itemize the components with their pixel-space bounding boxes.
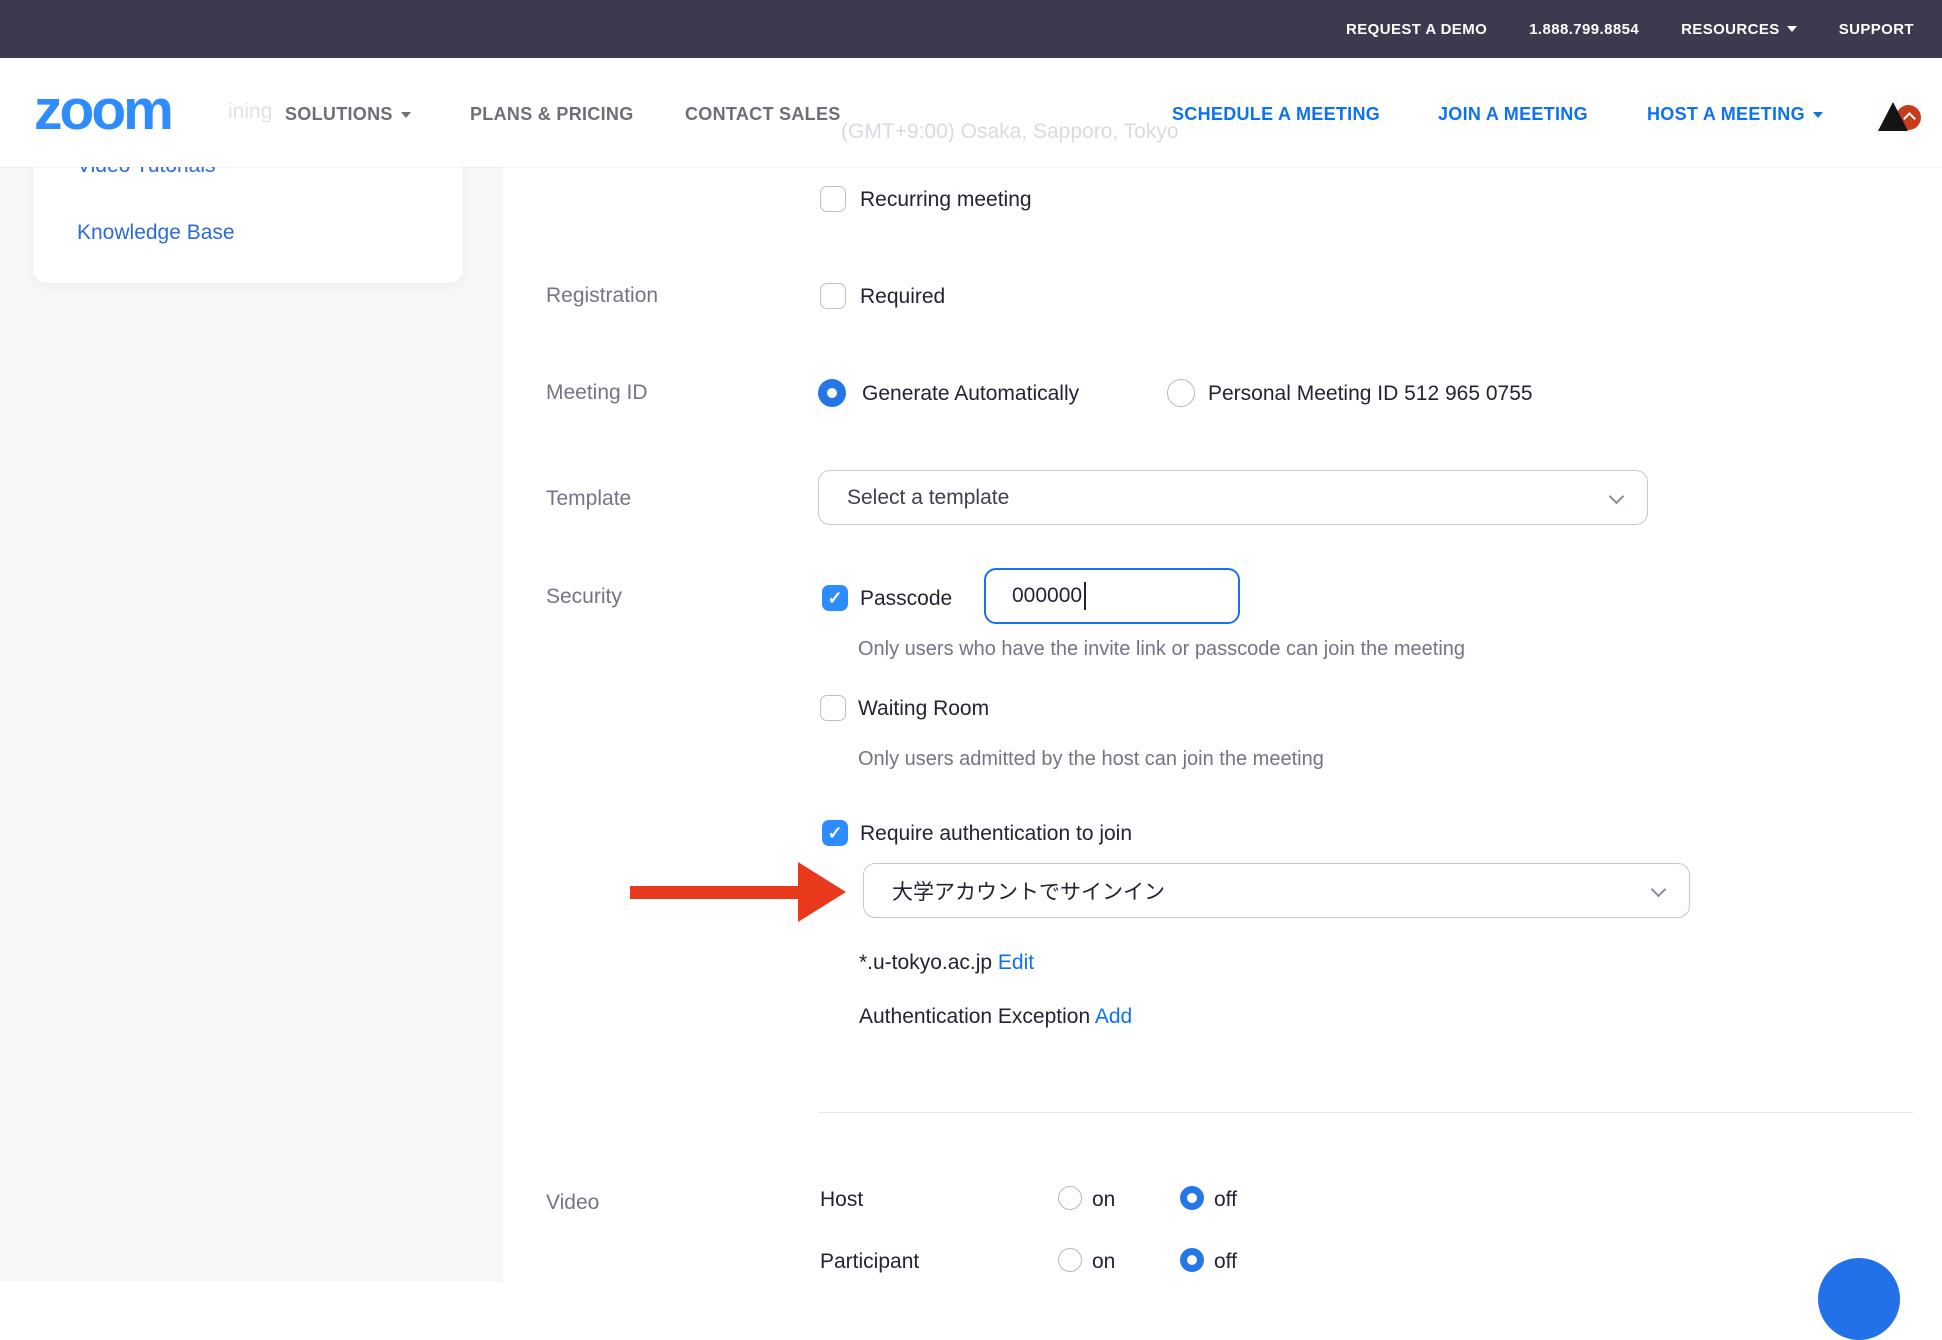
- passcode-value: 000000: [1012, 584, 1082, 608]
- template-select[interactable]: Select a template: [818, 470, 1648, 525]
- video-participant-label: Participant: [820, 1250, 919, 1274]
- host-video-off-radio[interactable]: [1180, 1186, 1204, 1210]
- resources-label: RESOURCES: [1681, 21, 1780, 38]
- phone-number[interactable]: 1.888.799.8854: [1529, 21, 1639, 38]
- red-arrow-annotation: [630, 862, 846, 922]
- auth-domain-edit-link[interactable]: Edit: [998, 951, 1034, 974]
- chevron-down-icon: [1651, 882, 1667, 898]
- zoom-logo[interactable]: zoom: [34, 82, 171, 139]
- template-label: Template: [546, 487, 631, 511]
- auth-domain-row: *.u-tokyo.ac.jp Edit: [859, 951, 1034, 975]
- top-utility-bar: REQUEST A DEMO 1.888.799.8854 RESOURCES …: [0, 0, 1942, 58]
- host-video-on-label: on: [1092, 1188, 1115, 1212]
- text-cursor: [1084, 582, 1086, 610]
- host-video-on-radio[interactable]: [1058, 1186, 1082, 1210]
- video-host-label: Host: [820, 1188, 863, 1212]
- require-auth-checkbox[interactable]: [822, 820, 848, 846]
- nav-plans-pricing[interactable]: PLANS & PRICING: [470, 104, 634, 125]
- sidebar-item-knowledge-base[interactable]: Knowledge Base: [77, 221, 235, 245]
- section-divider: [818, 1112, 1913, 1113]
- ghost-text-fragment: ining: [228, 100, 272, 124]
- chevron-down-icon: [401, 112, 411, 118]
- host-video-off-label: off: [1214, 1188, 1237, 1212]
- passcode-label: Passcode: [860, 587, 952, 611]
- meeting-id-generate-radio[interactable]: [818, 379, 846, 407]
- participant-video-on-label: on: [1092, 1250, 1115, 1274]
- main-navbar: ining (GMT+9:00) Osaka, Sapporo, Tokyo z…: [0, 58, 1942, 167]
- chevron-down-icon: [1813, 112, 1823, 118]
- ghost-timezone-text: (GMT+9:00) Osaka, Sapporo, Tokyo: [841, 120, 1179, 144]
- nav-join-meeting[interactable]: JOIN A MEETING: [1438, 104, 1588, 125]
- chevron-down-icon: [1609, 489, 1625, 505]
- auth-domain-value: *.u-tokyo.ac.jp: [859, 951, 992, 974]
- waiting-room-checkbox[interactable]: [820, 695, 846, 721]
- auth-method-select[interactable]: 大学アカウントでサインイン: [863, 863, 1690, 918]
- auth-exception-label: Authentication Exception: [859, 1005, 1090, 1028]
- participant-video-off-radio[interactable]: [1180, 1248, 1204, 1272]
- passcode-helper-text: Only users who have the invite link or p…: [858, 638, 1465, 661]
- meeting-id-generate-label: Generate Automatically: [862, 382, 1079, 406]
- meeting-id-label: Meeting ID: [546, 381, 648, 405]
- meeting-id-personal-radio[interactable]: [1167, 379, 1195, 407]
- red-arrow-head: [798, 862, 846, 922]
- resources-menu[interactable]: RESOURCES: [1681, 21, 1797, 38]
- nav-schedule-meeting[interactable]: SCHEDULE A MEETING: [1172, 104, 1380, 125]
- help-chat-button[interactable]: [1818, 1258, 1900, 1340]
- recurring-meeting-label: Recurring meeting: [860, 188, 1032, 212]
- support-link[interactable]: SUPPORT: [1839, 21, 1914, 38]
- participant-video-on-radio[interactable]: [1058, 1248, 1082, 1272]
- passcode-input[interactable]: 000000: [984, 568, 1240, 624]
- passcode-checkbox[interactable]: [822, 585, 848, 611]
- meeting-id-personal-label: Personal Meeting ID 512 965 0755: [1208, 382, 1533, 406]
- security-label: Security: [546, 585, 622, 609]
- nav-host-meeting-menu[interactable]: HOST A MEETING: [1647, 104, 1823, 125]
- recurring-meeting-checkbox[interactable]: [820, 186, 846, 212]
- waiting-room-helper-text: Only users admitted by the host can join…: [858, 748, 1324, 771]
- registration-label: Registration: [546, 284, 658, 308]
- auth-exception-add-link[interactable]: Add: [1095, 1005, 1132, 1028]
- solutions-label: SOLUTIONS: [285, 104, 393, 125]
- chevron-down-icon: [1787, 26, 1797, 32]
- registration-required-label: Required: [860, 285, 945, 309]
- nav-solutions-menu[interactable]: SOLUTIONS: [285, 104, 411, 125]
- registration-required-checkbox[interactable]: [820, 283, 846, 309]
- request-demo-link[interactable]: REQUEST A DEMO: [1346, 21, 1487, 38]
- video-label: Video: [546, 1191, 599, 1215]
- require-auth-label: Require authentication to join: [860, 822, 1132, 846]
- template-select-value: Select a template: [847, 486, 1009, 510]
- profile-avatar[interactable]: [1874, 98, 1922, 136]
- auth-method-value: 大学アカウントでサインイン: [892, 876, 1165, 906]
- nav-contact-sales[interactable]: CONTACT SALES: [685, 104, 841, 125]
- host-meeting-label: HOST A MEETING: [1647, 104, 1805, 125]
- red-arrow-shaft: [630, 886, 798, 899]
- waiting-room-label: Waiting Room: [858, 697, 989, 721]
- auth-exception-row: Authentication Exception Add: [859, 1005, 1132, 1029]
- participant-video-off-label: off: [1214, 1250, 1237, 1274]
